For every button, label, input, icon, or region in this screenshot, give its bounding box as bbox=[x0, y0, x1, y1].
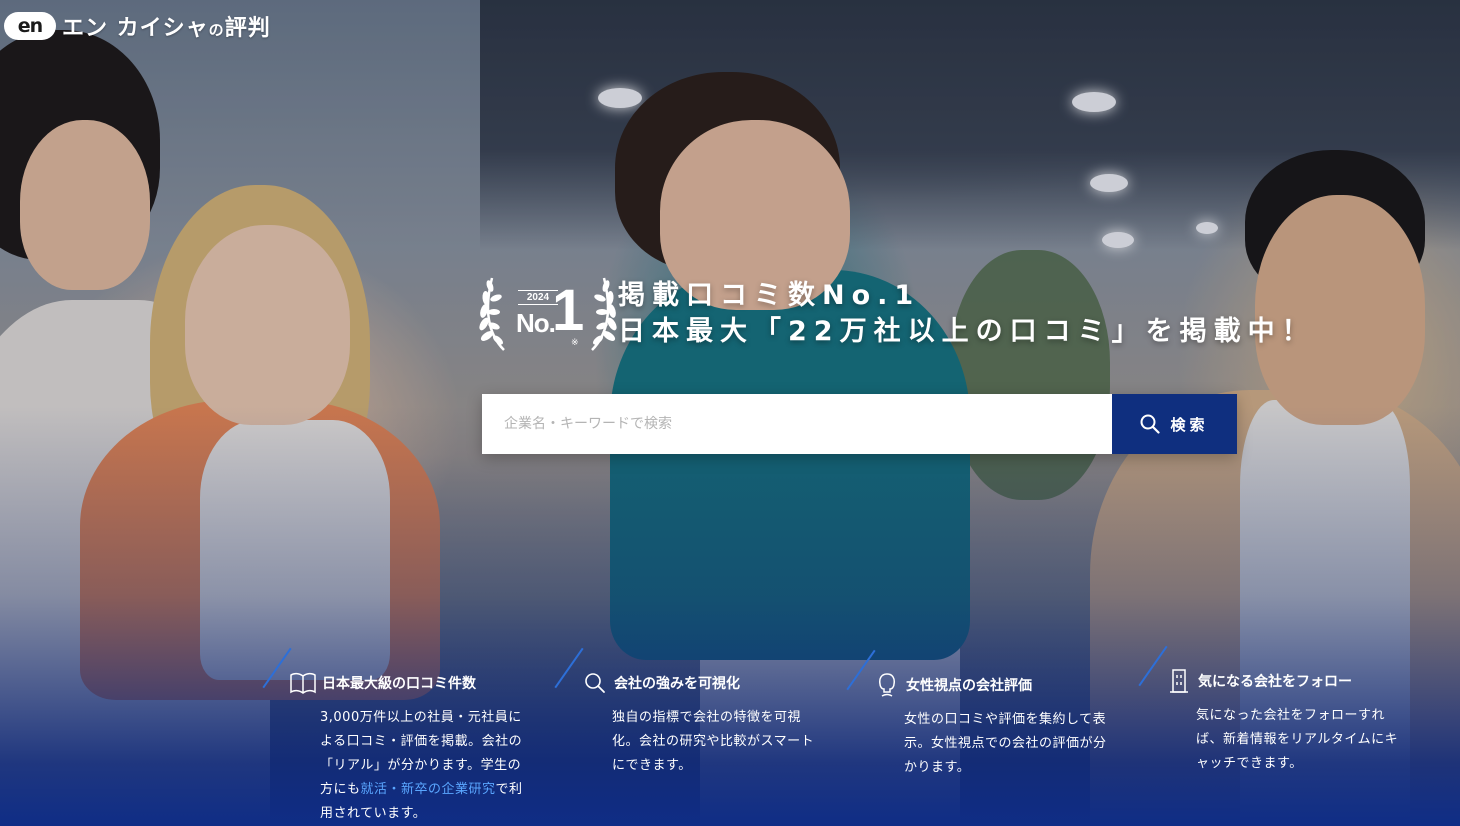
logo-mark: en bbox=[4, 12, 56, 40]
search-button-label: 検索 bbox=[1170, 415, 1209, 434]
company-search-form: 検索 bbox=[482, 394, 1237, 454]
feature-follow-company: 気になる会社をフォロー 気になった会社をフォローすれば、新着情報をリアルタイムに… bbox=[1138, 645, 1406, 776]
feature-title: 女性視点の会社評価 bbox=[906, 678, 1032, 694]
badge-note-mark: ※ bbox=[571, 338, 579, 348]
feature-description: 気になった会社をフォローすれば、新着情報をリアルタイムにキャッチできます。 bbox=[1196, 708, 1399, 771]
search-icon bbox=[582, 670, 608, 696]
headline-line-1: 掲載口コミ数No.1 bbox=[618, 280, 921, 311]
hero-headline: 掲載口コミ数No.1 日本最大「22万社以上の口コミ」を掲載中！ bbox=[618, 278, 1316, 350]
feature-visualize-strengths: 会社の強みを可視化 独自の指標で会社の特徴を可視化。会社の研究や比較がスマートに… bbox=[554, 647, 822, 778]
book-icon bbox=[290, 670, 316, 696]
laurel-icon bbox=[479, 277, 505, 351]
logo-text: エン カイシャの評判 bbox=[62, 16, 271, 41]
feature-title: 会社の強みを可視化 bbox=[614, 676, 740, 692]
no1-badge: 2024 No. 1 ※ bbox=[478, 270, 618, 354]
feature-title: 気になる会社をフォロー bbox=[1198, 674, 1352, 690]
badge-number: 1 bbox=[552, 278, 584, 343]
search-input[interactable] bbox=[482, 394, 1112, 454]
search-icon bbox=[1140, 414, 1161, 434]
feature-female-perspective: 女性視点の会社評価 女性の口コミや評価を集約して表示。女性視点での会社の評価が分… bbox=[846, 649, 1114, 780]
feature-review-count: 日本最大級の口コミ件数 3,000万件以上の社員・元社員による口コミ・評価を掲載… bbox=[262, 647, 530, 826]
site-logo[interactable]: en エン カイシャの評判 bbox=[4, 10, 271, 42]
feature-description: 3,000万件以上の社員・元社員による口コミ・評価を掲載。会社の「リアル」が分か… bbox=[320, 710, 523, 821]
laurel-icon bbox=[591, 277, 617, 351]
woman-icon bbox=[874, 672, 900, 698]
feature-description: 女性の口コミや評価を集約して表示。女性視点での会社の評価が分かります。 bbox=[904, 712, 1107, 775]
badge-no-text: No. bbox=[516, 308, 556, 338]
search-button[interactable]: 検索 bbox=[1112, 394, 1237, 454]
headline-line-2: 日本最大「22万社以上の口コミ」を掲載中！ bbox=[618, 316, 1316, 347]
new-grad-research-link[interactable]: 就活・新卒の企業研究 bbox=[361, 782, 496, 797]
feature-description: 独自の指標で会社の特徴を可視化。会社の研究や比較がスマートにできます。 bbox=[612, 710, 815, 773]
building-icon bbox=[1166, 668, 1192, 694]
feature-title: 日本最大級の口コミ件数 bbox=[322, 676, 476, 692]
